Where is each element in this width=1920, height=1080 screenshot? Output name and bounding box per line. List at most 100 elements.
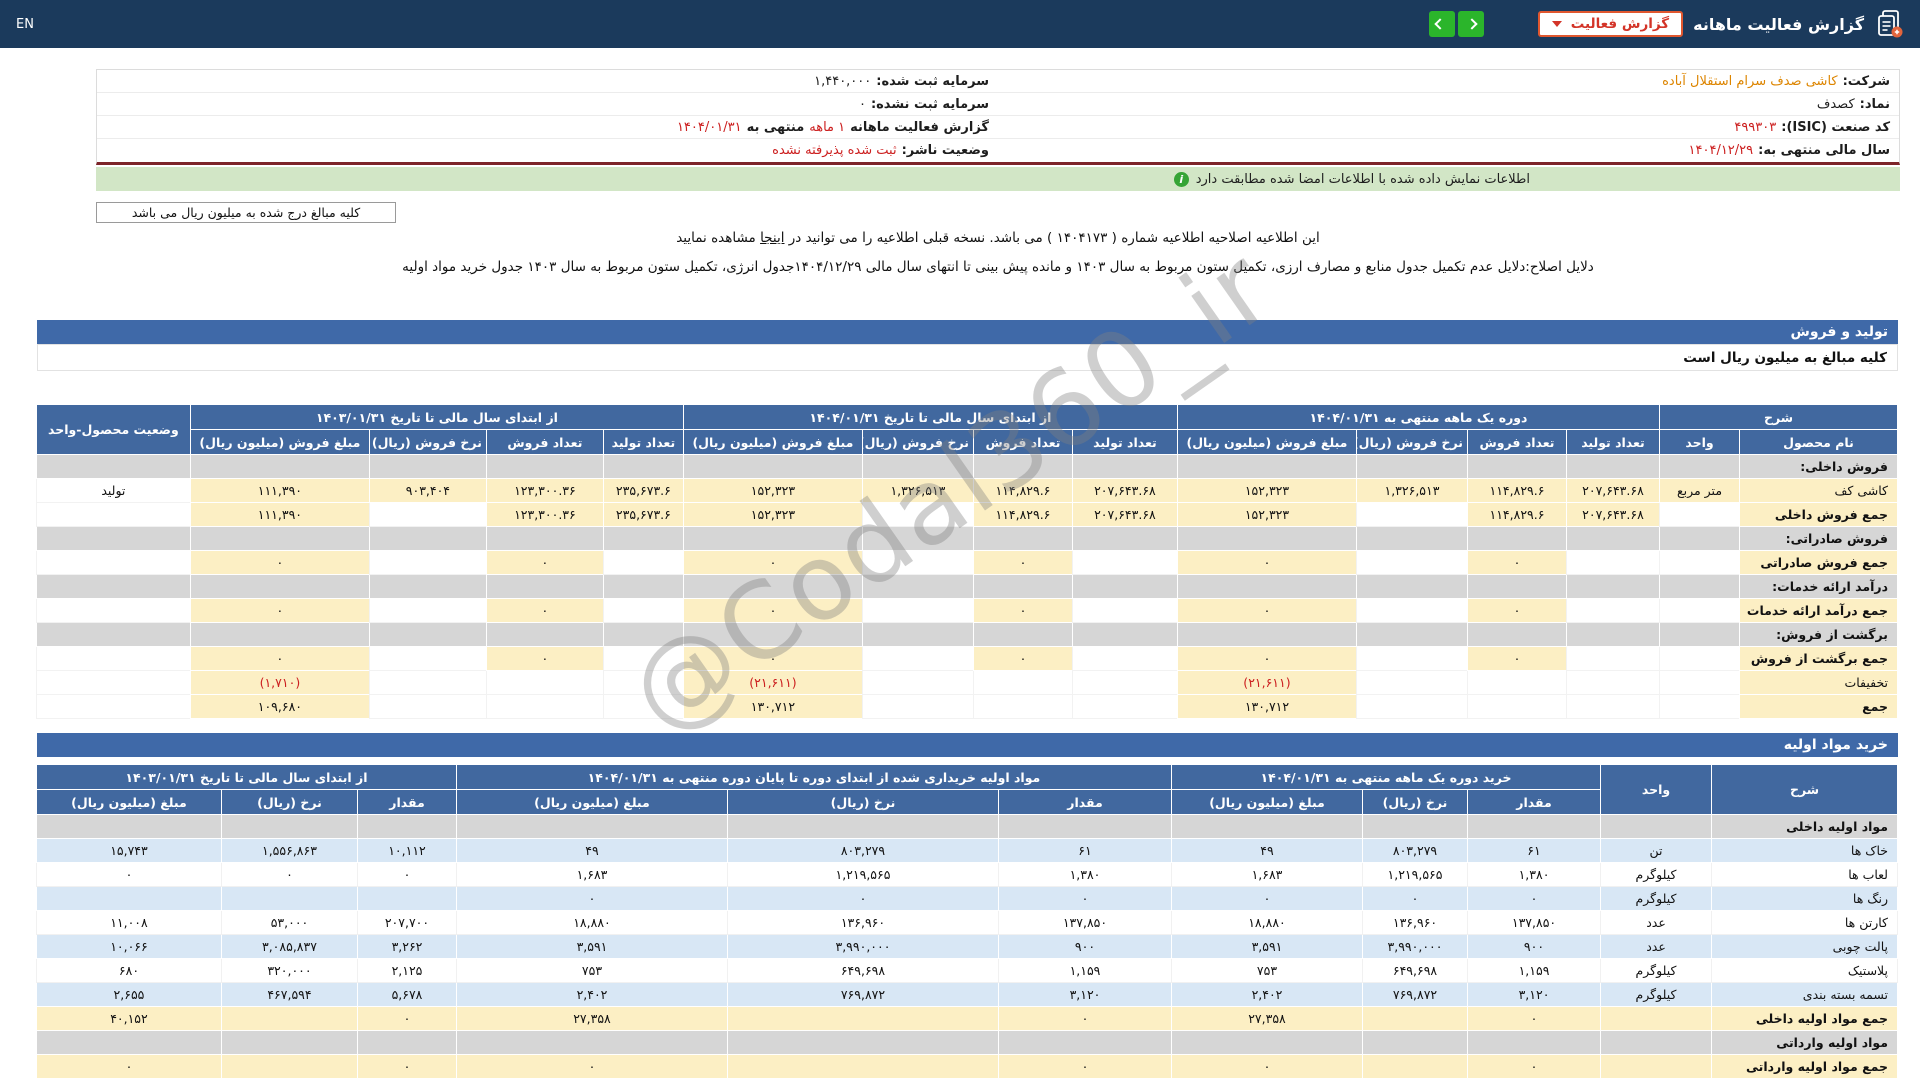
column-header: مبلغ (میلیون ریال) <box>1171 790 1362 815</box>
value-cell: ۰ <box>190 551 369 575</box>
value-cell: ۱۱۱,۳۹۰ <box>190 479 369 503</box>
table-row: پالت چوبیعدد۹۰۰۳,۹۹۰,۰۰۰۳,۵۹۱۹۰۰۳,۹۹۰,۰۰… <box>36 935 1897 959</box>
column-header: نرخ (ریال) <box>221 790 357 815</box>
value-cell <box>369 551 486 575</box>
sales-amounts-note: کلیه مبالغ به میلیون ریال است <box>37 344 1898 371</box>
value-cell <box>603 671 683 695</box>
value-cell: ۰ <box>1177 599 1356 623</box>
unit-cell <box>1601 1055 1712 1079</box>
company-link[interactable]: کاشی صدف سرام استقلال آباده <box>1662 74 1837 89</box>
value-cell: ۱۱۴,۸۲۹.۶ <box>973 503 1072 527</box>
status-cell <box>36 551 190 575</box>
isic-label: کد صنعت (ISIC): <box>1781 120 1890 135</box>
value-cell: ۷۶۹,۸۷۲ <box>727 983 998 1007</box>
value-cell: ۴۰,۱۵۲ <box>36 1007 221 1031</box>
table-row: تسمه بسته بندیکیلوگرم۳,۱۲۰۷۶۹,۸۷۲۲,۴۰۲۳,… <box>36 983 1897 1007</box>
status-cell <box>36 503 190 527</box>
report-type-dropdown[interactable]: گزارش فعالیت <box>1538 11 1683 37</box>
unit-cell: کیلوگرم <box>1601 863 1712 887</box>
value-cell: ۲۷,۳۵۸ <box>456 1007 727 1031</box>
row-label: خاک ها <box>1712 839 1898 863</box>
column-header: تعداد فروش <box>973 430 1072 455</box>
amounts-unit-box: کلیه مبالغ درج شده به میلیون ریال می باش… <box>96 202 396 223</box>
unit-cell: کیلوگرم <box>1601 959 1712 983</box>
registered-capital-value: ۱,۴۴۰,۰۰۰ <box>814 74 871 89</box>
table-row: جمع مواد اولیه داخلی۰۲۷,۳۵۸۰۲۷,۳۵۸۰۴۰,۱۵… <box>36 1007 1897 1031</box>
value-cell: ۹۰۰ <box>1468 935 1601 959</box>
row-label: تخفیفات <box>1740 671 1898 695</box>
value-cell <box>862 599 973 623</box>
value-cell: ۲,۴۰۲ <box>1171 983 1362 1007</box>
status-cell <box>36 695 190 719</box>
language-toggle[interactable]: EN <box>16 17 34 32</box>
value-cell: ۰ <box>1467 551 1566 575</box>
section-row: مواد اولیه داخلی <box>36 815 1897 839</box>
next-report-button[interactable] <box>1458 11 1484 37</box>
column-group-period-to-date-purchase: مواد اولیه خریداری شده از ابتدای دوره تا… <box>456 765 1171 790</box>
unit-cell: عدد <box>1601 935 1712 959</box>
value-cell: ۴۶۷,۵۹۴ <box>221 983 357 1007</box>
column-header: مقدار <box>1468 790 1601 815</box>
value-cell <box>603 647 683 671</box>
column-header: مبلغ فروش (میلیون ریال) <box>1177 430 1356 455</box>
value-cell: ۸۰۳,۲۷۹ <box>1363 839 1468 863</box>
column-product-status: وضعیت محصول-واحد <box>36 405 190 455</box>
value-cell: ۱۵,۷۴۳ <box>36 839 221 863</box>
value-cell <box>36 887 221 911</box>
column-group-fiscal-ytd: از ابتدای سال مالی تا تاریخ ۱۴۰۴/۰۱/۳۱ <box>683 405 1177 430</box>
row-label: مواد اولیه داخلی <box>1712 815 1898 839</box>
value-cell: ۱۵۲,۳۲۳ <box>683 503 862 527</box>
value-cell: ۲۰۷,۶۴۳.۶۸ <box>1072 479 1177 503</box>
value-cell: ۰ <box>357 1007 456 1031</box>
amendment-notice-text: این اطلاعیه اصلاحیه اطلاعیه شماره ( ۱۴۰۴… <box>784 230 1319 246</box>
info-row-symbol: نماد: کصدف سرمایه ثبت نشده: ۰ <box>97 93 1899 116</box>
value-cell <box>1356 551 1467 575</box>
value-cell: (۱,۷۱۰) <box>190 671 369 695</box>
value-cell <box>1363 1007 1468 1031</box>
value-cell: ۱۵۲,۳۲۳ <box>1177 503 1356 527</box>
value-cell: ۹۰۰ <box>998 935 1171 959</box>
value-cell: ۰ <box>1468 887 1601 911</box>
report-icon[interactable] <box>1874 9 1904 39</box>
value-cell: ۵۳,۰۰۰ <box>221 911 357 935</box>
prev-report-button[interactable] <box>1429 11 1455 37</box>
value-cell <box>357 887 456 911</box>
value-cell: ۲,۴۰۲ <box>456 983 727 1007</box>
value-cell <box>1072 551 1177 575</box>
value-cell: ۰ <box>36 1055 221 1079</box>
value-cell: ۳,۱۲۰ <box>1468 983 1601 1007</box>
row-label: پالت چوبی <box>1712 935 1898 959</box>
value-cell <box>221 1055 357 1079</box>
value-cell: ۰ <box>456 1055 727 1079</box>
previous-version-link[interactable]: اینجا <box>760 230 784 246</box>
info-circle-icon: i <box>1174 172 1189 187</box>
publisher-status-value: ثبت شده پذیرفته نشده <box>772 143 896 158</box>
value-cell: ۱,۱۵۹ <box>998 959 1171 983</box>
value-cell <box>1072 647 1177 671</box>
table-row: پلاستیککیلوگرم۱,۱۵۹۶۴۹,۶۹۸۷۵۳۱,۱۵۹۶۴۹,۶۹… <box>36 959 1897 983</box>
row-label: جمع فروش صادراتی <box>1740 551 1898 575</box>
row-label: جمع فروش داخلی <box>1740 503 1898 527</box>
section-row: فروش داخلی: <box>36 455 1897 479</box>
value-cell: ۱۱۱,۳۹۰ <box>190 503 369 527</box>
value-cell: ۰ <box>727 887 998 911</box>
value-cell: ۱,۳۸۰ <box>998 863 1171 887</box>
value-cell: ۱۰۹,۶۸۰ <box>190 695 369 719</box>
value-cell: ۱,۲۱۹,۵۶۵ <box>727 863 998 887</box>
value-cell: ۲۰۷,۶۴۳.۶۸ <box>1566 503 1659 527</box>
registered-capital-label: سرمایه ثبت شده: <box>876 74 989 89</box>
value-cell: ۱۳۷,۸۵۰ <box>1468 911 1601 935</box>
value-cell: ۰ <box>998 887 1171 911</box>
column-header: نرخ فروش (ریال) <box>369 430 486 455</box>
column-group-description: شرح <box>1659 405 1897 430</box>
column-header: تعداد تولید <box>603 430 683 455</box>
chevron-left-icon <box>1435 18 1446 29</box>
publisher-status-label: وضعیت ناشر: <box>902 143 989 158</box>
value-cell <box>862 695 973 719</box>
sales-subheader-row: نام محصول واحد تعداد تولید تعداد فروش نر… <box>36 430 1897 455</box>
value-cell: ۰ <box>1467 647 1566 671</box>
value-cell <box>1072 695 1177 719</box>
value-cell <box>603 695 683 719</box>
value-cell: ۸۰۳,۲۷۹ <box>727 839 998 863</box>
unit-cell <box>1659 503 1739 527</box>
